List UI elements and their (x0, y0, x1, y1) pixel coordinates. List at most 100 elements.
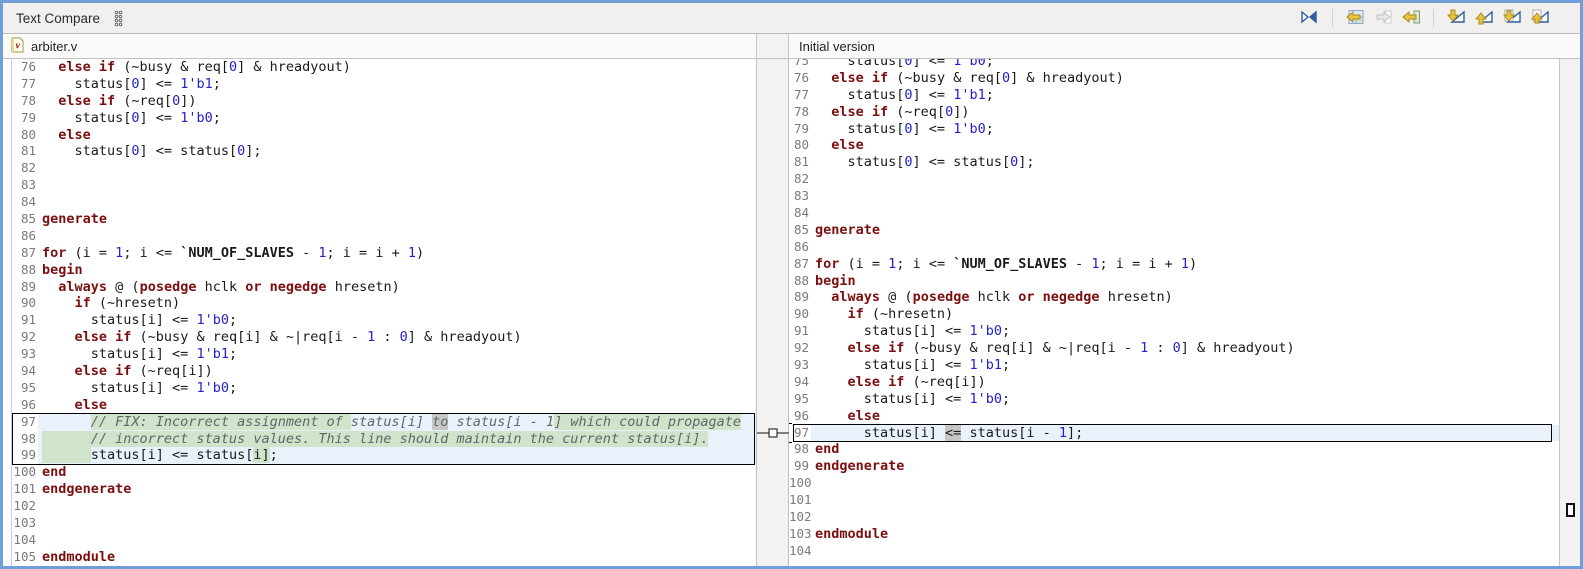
code-line-94[interactable]: 94 else if (~req[i]) (12, 363, 756, 380)
right-editor-viewport[interactable]: 75 status[0] <= 1'b0; 76 else if (~busy &… (789, 59, 1559, 566)
code-line-91[interactable]: 91 status[i] <= 1'b0; (12, 312, 756, 329)
diff-overview-marker[interactable] (1566, 503, 1575, 517)
code-line-90[interactable]: 90 if (~hresetn) (12, 295, 756, 312)
code-line-77[interactable]: 77 status[0] <= 1'b1; (12, 76, 756, 93)
code-line-75[interactable]: 75 status[0] <= 1'b0; (789, 59, 1559, 70)
code-line-103[interactable]: 103 (12, 515, 756, 532)
code-line-92[interactable]: 92 else if (~busy & req[i] & ~|req[i - 1… (789, 340, 1559, 357)
code-text: else if (~busy & req[i] & ~|req[i - 1 : … (74, 329, 522, 346)
code-line-104[interactable]: 104 (789, 543, 1559, 560)
view-menu-handle-icon[interactable] (114, 10, 123, 27)
code-line-101[interactable]: 101 endgenerate (12, 481, 756, 498)
code-text: else if (~req[0]) (58, 92, 197, 109)
code-line-92[interactable]: 92 else if (~busy & req[i] & ~|req[i - 1… (12, 329, 756, 346)
code-line-88[interactable]: 88 begin (789, 273, 1559, 290)
line-number: 90 (793, 306, 809, 322)
code-line-105[interactable]: 105 endmodule (12, 549, 756, 566)
code-line-76[interactable]: 76 else if (~busy & req[0] & hreadyout) (12, 59, 756, 76)
code-line-97[interactable]: 97 // FIX: Incorrect assignment of statu… (12, 413, 756, 431)
line-number: 95 (20, 379, 36, 395)
view-title: Text Compare (16, 10, 101, 26)
line-number: 91 (20, 312, 36, 328)
code-line-104[interactable]: 104 (12, 532, 756, 549)
code-line-77[interactable]: 77 status[0] <= 1'b1; (789, 87, 1559, 104)
code-line-79[interactable]: 79 status[0] <= 1'b0; (12, 110, 756, 127)
next-change-button[interactable] (1500, 8, 1524, 29)
code-line-86[interactable]: 86 (12, 228, 756, 245)
compare-toolbar (1296, 8, 1580, 29)
line-number: 104 (789, 542, 812, 558)
copy-left-to-right-button[interactable] (1371, 8, 1395, 29)
code-line-89[interactable]: 89 always @ (posedge hclk or negedge hre… (789, 289, 1559, 306)
code-line-86[interactable]: 86 (789, 239, 1559, 256)
code-line-84[interactable]: 84 (789, 205, 1559, 222)
code-line-81[interactable]: 81 status[0] <= status[0]; (789, 154, 1559, 171)
code-line-90[interactable]: 90 if (~hresetn) (789, 306, 1559, 323)
code-line-82[interactable]: 82 (789, 171, 1559, 188)
code-line-99[interactable]: 99 status[i] <= status[i]; (12, 447, 756, 465)
code-line-78[interactable]: 78 else if (~req[0]) (789, 104, 1559, 121)
code-line-78[interactable]: 78 else if (~req[0]) (12, 93, 756, 110)
previous-difference-button[interactable] (1472, 8, 1496, 29)
code-line-93[interactable]: 93 status[i] <= 1'b1; (789, 357, 1559, 374)
code-text: begin (815, 272, 856, 289)
code-line-81[interactable]: 81 status[0] <= status[0]; (12, 143, 756, 160)
compare-editor-window: Text Compare v arbiter.v Initial version… (0, 0, 1583, 569)
code-line-95[interactable]: 95 status[i] <= 1'b0; (12, 380, 756, 397)
code-line-100[interactable]: 100 end (12, 464, 756, 481)
line-number: 80 (793, 137, 809, 153)
previous-change-icon (1530, 9, 1550, 28)
code-line-96[interactable]: 96 else (12, 397, 756, 414)
next-difference-button[interactable] (1444, 8, 1468, 29)
code-line-91[interactable]: 91 status[i] <= 1'b0; (789, 323, 1559, 340)
previous-change-button[interactable] (1528, 8, 1552, 29)
code-text: generate (42, 211, 108, 228)
code-line-85[interactable]: 85 generate (12, 211, 756, 228)
code-line-94[interactable]: 94 else if (~req[i]) (789, 374, 1559, 391)
svg-text:v: v (16, 40, 21, 51)
code-line-103[interactable]: 103 endmodule (789, 526, 1559, 543)
code-line-83[interactable]: 83 (789, 188, 1559, 205)
code-line-89[interactable]: 89 always @ (posedge hclk or negedge hre… (12, 279, 756, 296)
code-line-101[interactable]: 101 (789, 492, 1559, 509)
code-line-84[interactable]: 84 (12, 194, 756, 211)
code-line-97[interactable]: 97 status[i] <= status[i - 1]; (789, 424, 1559, 442)
code-line-85[interactable]: 85 generate (789, 222, 1559, 239)
code-line-87[interactable]: 87 for (i = 1; i <= `NUM_OF_SLAVES - 1; i… (12, 245, 756, 262)
copy-right-to-left-button[interactable] (1399, 8, 1423, 29)
right-editor-pane[interactable]: 75 status[0] <= 1'b0; 76 else if (~busy &… (789, 59, 1559, 566)
code-line-96[interactable]: 96 else (789, 408, 1559, 425)
code-line-82[interactable]: 82 (12, 160, 756, 177)
line-number: 81 (793, 154, 809, 170)
code-line-100[interactable]: 100 (789, 475, 1559, 492)
left-editor-viewport[interactable]: 76 else if (~busy & req[0] & hreadyout) 7… (12, 59, 756, 566)
code-line-83[interactable]: 83 (12, 177, 756, 194)
line-number: 92 (793, 340, 809, 356)
code-line-88[interactable]: 88 begin (12, 262, 756, 279)
line-number: 97 (793, 424, 809, 440)
code-text: status[i] <= status[i]; (38, 447, 756, 465)
code-line-76[interactable]: 76 else if (~busy & req[0] & hreadyout) (789, 70, 1559, 87)
code-text: end (42, 464, 67, 481)
left-editor-pane[interactable]: 76 else if (~busy & req[0] & hreadyout) 7… (3, 59, 757, 566)
line-number: 86 (793, 238, 809, 254)
code-line-99[interactable]: 99 endgenerate (789, 458, 1559, 475)
code-line-79[interactable]: 79 status[0] <= 1'b0; (789, 121, 1559, 138)
code-line-98[interactable]: 98 // incorrect status values. This line… (12, 430, 756, 448)
code-line-93[interactable]: 93 status[i] <= 1'b1; (12, 346, 756, 363)
line-number: 77 (793, 86, 809, 102)
code-line-80[interactable]: 80 else (789, 137, 1559, 154)
code-line-87[interactable]: 87 for (i = 1; i <= `NUM_OF_SLAVES - 1; i… (789, 256, 1559, 273)
code-line-95[interactable]: 95 status[i] <= 1'b0; (789, 391, 1559, 408)
code-line-102[interactable]: 102 (789, 509, 1559, 526)
code-line-102[interactable]: 102 (12, 498, 756, 515)
swap-left-and-right-button[interactable] (1296, 8, 1322, 29)
line-number: 89 (793, 289, 809, 305)
code-line-98[interactable]: 98 end (789, 441, 1559, 458)
copy-all-right-to-left-button[interactable] (1343, 8, 1367, 29)
overview-ruler[interactable] (1559, 59, 1580, 566)
code-line-80[interactable]: 80 else (12, 127, 756, 144)
